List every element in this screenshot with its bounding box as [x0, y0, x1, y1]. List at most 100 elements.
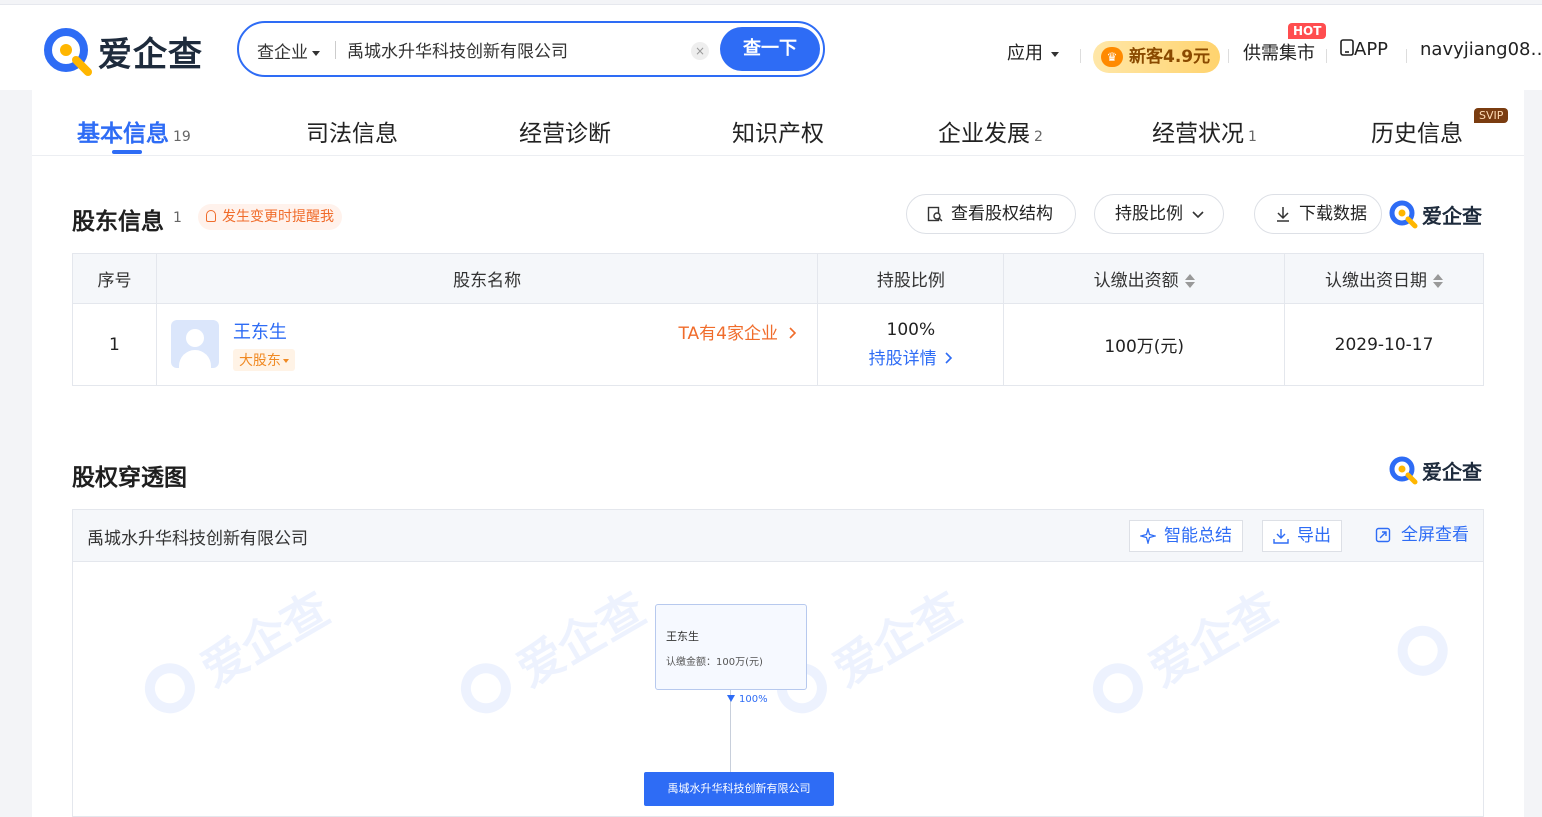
tab-count: 19 — [173, 129, 191, 145]
watermark — [1384, 608, 1471, 693]
holding-ratio-dropdown[interactable]: 持股比例 — [1094, 194, 1224, 234]
tab-label: 经营状况 — [1152, 121, 1244, 147]
tab-history-info[interactable]: 历史信息 — [1371, 114, 1463, 148]
tab-operation-diagnosis[interactable]: 经营诊断 — [519, 114, 611, 148]
arrow-down-icon — [727, 695, 735, 702]
button-label: 全屏查看 — [1401, 525, 1469, 545]
graph-node-company[interactable]: 禹城水升华科技创新有限公司 — [644, 772, 834, 806]
nav-app-download[interactable]: APP — [1340, 39, 1388, 60]
nav-app-menu[interactable]: 应用 — [1007, 39, 1059, 65]
link-label: TA有4家企业 — [678, 324, 778, 344]
watermark-text: 爱企查 — [191, 581, 339, 697]
watermark-text: 爱企查 — [1139, 581, 1287, 697]
search-input[interactable] — [347, 35, 677, 63]
search-type-select[interactable]: 查企业 — [257, 38, 320, 63]
brand-mark: 爱企查 — [1388, 199, 1482, 229]
major-shareholder-tag[interactable]: 大股东 — [232, 349, 295, 371]
smart-summary-button[interactable]: 智能总结 — [1129, 520, 1243, 552]
tab-label: 企业发展 — [938, 121, 1030, 147]
search-button[interactable]: 查一下 — [720, 27, 820, 71]
tab-intellectual-property[interactable]: 知识产权 — [732, 114, 824, 148]
tab-label: 基本信息 — [77, 121, 169, 147]
button-label: 导出 — [1297, 526, 1331, 546]
holder-name-link[interactable]: 王东生 — [233, 318, 287, 344]
bell-icon — [206, 210, 216, 222]
watermark: 爱企查 — [1078, 573, 1288, 732]
col-index: 序号 — [72, 253, 157, 304]
export-button[interactable]: 导出 — [1262, 520, 1342, 552]
tab-count: 2 — [1034, 129, 1043, 145]
change-remind-button[interactable]: 发生变更时提醒我 — [198, 204, 342, 230]
shareholders-table: 序号 股东名称 持股比例 认缴出资额 认缴出资日期 1 王东生 大股东 TA有4… — [72, 253, 1484, 386]
view-equity-structure-button[interactable]: 查看股权结构 — [906, 194, 1076, 234]
promo-label: 新客4.9元 — [1129, 47, 1211, 67]
divider — [1326, 49, 1327, 63]
tab-operation-status[interactable]: 经营状况 1 — [1152, 114, 1257, 148]
brand-logo-icon — [1389, 456, 1418, 485]
sort-icon[interactable] — [1184, 273, 1195, 289]
tab-count: 1 — [1248, 129, 1257, 145]
col-date[interactable]: 认缴出资日期 — [1284, 253, 1484, 304]
search-bar: 查企业 × 查一下 — [237, 21, 825, 77]
cell-holder: 王东生 大股东 TA有4家企业 — [155, 303, 819, 386]
equity-graph-header: 禹城水升华科技创新有限公司 智能总结 导出 全屏查看 — [73, 510, 1483, 562]
clear-icon[interactable]: × — [691, 42, 709, 60]
user-account[interactable]: navyjiang08… — [1420, 39, 1542, 60]
ratio-value: 100% — [886, 320, 936, 340]
col-label: 认缴出资日期 — [1325, 271, 1428, 291]
cell-date: 2029-10-17 — [1284, 303, 1484, 386]
button-label: 下载数据 — [1299, 204, 1367, 224]
graph-node-shareholder[interactable]: 王东生 认缴金额：100万(元) — [655, 604, 807, 690]
table-header-row: 序号 股东名称 持股比例 认缴出资额 认缴出资日期 — [72, 253, 1484, 304]
crown-icon: ♛ — [1101, 47, 1123, 67]
svip-badge: SVIP — [1474, 108, 1509, 123]
brand-name: 爱企查 — [1422, 459, 1482, 484]
active-tab-indicator — [112, 150, 142, 154]
col-holder-name: 股东名称 — [155, 253, 819, 304]
remind-label: 发生变更时提醒我 — [222, 209, 334, 225]
divider — [1406, 49, 1407, 63]
tab-basic-info[interactable]: 基本信息 19 — [77, 114, 191, 148]
top-header: 爱企查 查企业 × 查一下 应用 ♛ 新客4.9元 供需集市 HOT APP n… — [0, 4, 1542, 90]
brand-logo[interactable]: 爱企查 — [42, 25, 203, 77]
sparkle-icon — [1140, 528, 1156, 544]
tab-bar: 基本信息 19 司法信息 经营诊断 知识产权 企业发展 2 经营状况 1 历史信息 S… — [32, 90, 1524, 156]
equity-graph-company: 禹城水升华科技创新有限公司 — [87, 529, 308, 549]
button-label: 智能总结 — [1164, 526, 1232, 546]
watermark: 爱企查 — [446, 573, 656, 732]
chevron-down-icon — [1192, 211, 1204, 219]
watermark-text: 爱企查 — [507, 581, 655, 697]
tab-label: 历史信息 — [1371, 121, 1463, 147]
download-data-button[interactable]: 下载数据 — [1254, 194, 1382, 234]
shareholders-count: 1 — [173, 210, 182, 226]
tab-enterprise-development[interactable]: 企业发展 2 — [938, 114, 1043, 148]
col-amount[interactable]: 认缴出资额 — [1003, 253, 1286, 304]
main-panel: 基本信息 19 司法信息 经营诊断 知识产权 企业发展 2 经营状况 1 历史信息 S… — [32, 90, 1524, 817]
avatar[interactable] — [170, 320, 219, 368]
nav-supply-market[interactable]: 供需集市 — [1243, 39, 1315, 65]
download-icon — [1273, 529, 1289, 544]
related-companies-link[interactable]: TA有4家企业 — [678, 319, 797, 344]
divider — [1080, 49, 1081, 63]
watermark: 爱企查 — [130, 573, 340, 732]
holding-detail-link[interactable]: 持股详情 — [818, 344, 1003, 369]
search-type-label: 查企业 — [257, 43, 308, 63]
tab-label: 知识产权 — [732, 121, 824, 147]
node-person-amount: 认缴金额：100万(元) — [666, 657, 763, 668]
search-divider — [335, 41, 336, 59]
structure-icon — [927, 206, 943, 222]
col-ratio: 持股比例 — [817, 253, 1005, 304]
divider — [1228, 49, 1229, 63]
cell-amount: 100万(元) — [1003, 303, 1286, 386]
phone-icon — [1340, 39, 1354, 56]
watermark-text: 爱企查 — [823, 581, 971, 697]
sort-icon[interactable] — [1433, 273, 1444, 289]
equity-graph-panel: 禹城水升华科技创新有限公司 智能总结 导出 全屏查看 爱企查 爱企查 爱企查 爱… — [72, 509, 1484, 817]
button-label: 查看股权结构 — [951, 204, 1053, 224]
link-label: 持股详情 — [868, 349, 937, 369]
fullscreen-button[interactable]: 全屏查看 — [1375, 520, 1469, 552]
tab-judicial-info[interactable]: 司法信息 — [306, 114, 398, 148]
new-customer-promo[interactable]: ♛ 新客4.9元 — [1093, 41, 1221, 73]
fullscreen-icon — [1375, 527, 1391, 543]
hot-badge: HOT — [1288, 23, 1327, 39]
